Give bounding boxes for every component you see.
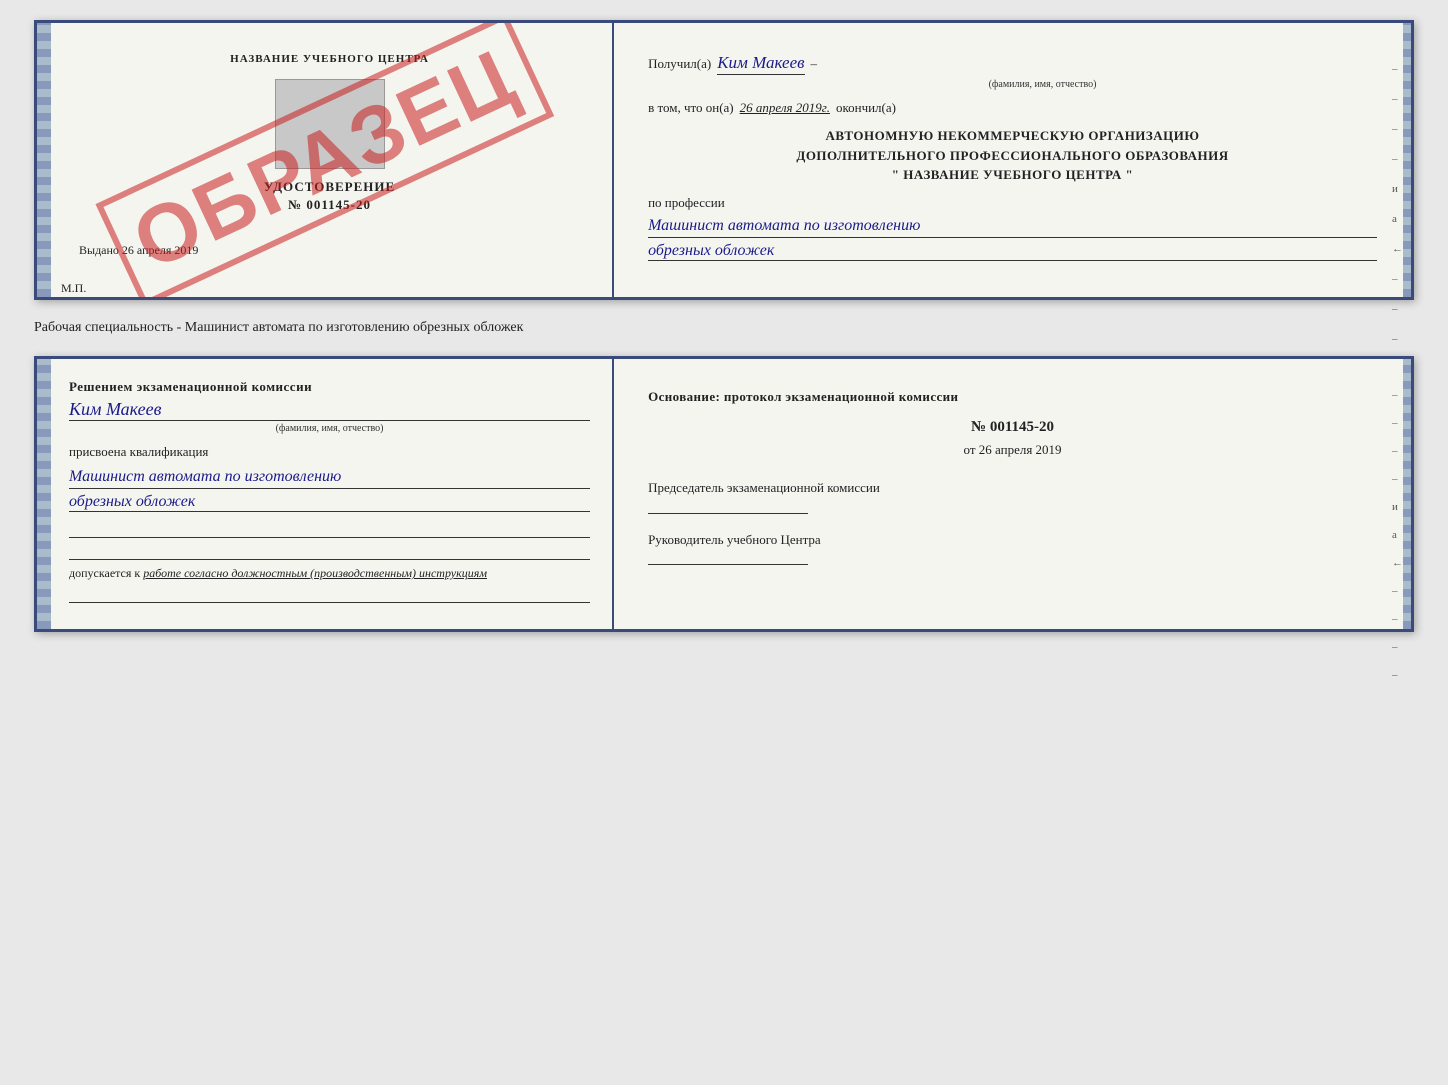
doc1-left-content: НАЗВАНИЕ УЧЕБНОГО ЦЕНТРА УДОСТОВЕРЕНИЕ №… [69,43,590,277]
protocol-date-value: 26 апреля 2019 [979,442,1062,457]
org-line1: АВТОНОМНУЮ НЕКОММЕРЧЕСКУЮ ОРГАНИЗАЦИЮ [648,126,1377,146]
blank-line-1 [69,522,590,538]
chairman-label: Председатель экзаменационной комиссии [648,478,1377,498]
doc2-right-panel: Основание: протокол экзаменационной коми… [614,359,1411,629]
right-dashes: – – – – и а ← – – – – [1392,63,1403,375]
received-line: Получил(а) Ким Макеев – [648,53,1377,75]
vtom-line: в том, что он(а) 26 апреля 2019г. окончи… [648,100,1377,116]
d2-dash-4: – [1392,473,1403,485]
doc1-left-panel: НАЗВАНИЕ УЧЕБНОГО ЦЕНТРА УДОСТОВЕРЕНИЕ №… [37,23,614,297]
school-name-top: НАЗВАНИЕ УЧЕБНОГО ЦЕНТРА [230,53,429,65]
received-prefix: Получил(а) [648,56,711,72]
received-dash: – [811,56,818,72]
document-2: Решением экзаменационной комиссии Ким Ма… [34,356,1414,632]
doc2-right-content: Основание: протокол экзаменационной коми… [638,379,1387,579]
mp-label: М.П. [61,281,594,296]
finished-label: окончил(а) [836,100,896,116]
d2-dash-11: – [1392,669,1403,681]
org-block: АВТОНОМНУЮ НЕКОММЕРЧЕСКУЮ ОРГАНИЗАЦИЮ ДО… [648,126,1377,185]
head-label: Руководитель учебного Центра [648,530,1377,550]
doc2-qual-line2: обрезных обложек [69,493,590,512]
dash-10: – [1392,333,1403,345]
d2-dash-9: – [1392,613,1403,625]
cert-number: № 001145-20 [288,197,371,213]
doc2-qual-line1: Машинист автомата по изготовлению [69,466,590,489]
org-line2: ДОПОЛНИТЕЛЬНОГО ПРОФЕССИОНАЛЬНОГО ОБРАЗО… [648,146,1377,166]
admission-prefix: допускается к [69,566,140,580]
doc2-right-strip [1403,359,1411,629]
vtom-prefix: в том, что он(а) [648,100,734,116]
profession-label: по профессии [648,195,1377,211]
doc1-right-content: Получил(а) Ким Макеев – (фамилия, имя, о… [638,43,1387,275]
dash-7: ← [1392,243,1403,255]
received-name: Ким Макеев [717,53,804,75]
protocol-date: от 26 апреля 2019 [648,442,1377,458]
issued-line: Выдано 26 апреля 2019 [79,243,198,258]
issued-label: Выдано [79,243,119,257]
doc2-right-dashes: – – – – и а ← – – – – [1392,389,1403,681]
doc2-left-content: Решением экзаменационной комиссии Ким Ма… [69,379,590,603]
dash-3: – [1392,123,1403,135]
right-decorative-strip [1403,23,1411,297]
d2-dash-3: – [1392,445,1403,457]
basis-text: Основание: протокол экзаменационной коми… [648,389,1377,405]
vtom-date: 26 апреля 2019г. [740,100,830,116]
doc2-left-panel: Решением экзаменационной комиссии Ким Ма… [37,359,614,629]
photo-placeholder [275,79,385,169]
d2-dash-6: а [1392,529,1403,541]
dash-6: а [1392,213,1403,225]
d2-dash-7: ← [1392,557,1403,569]
chairman-signature-line [648,498,808,514]
protocol-num: № 001145-20 [648,419,1377,436]
dash-9: – [1392,303,1403,315]
blank-line-3 [69,587,590,603]
decision-text: Решением экзаменационной комиссии [69,379,590,395]
dash-8: – [1392,273,1403,285]
d2-dash-5: и [1392,501,1403,513]
doc2-fio-sub: (фамилия, имя, отчество) [69,423,590,434]
issued-date: 26 апреля 2019 [122,243,198,257]
org-line3: " НАЗВАНИЕ УЧЕБНОГО ЦЕНТРА " [648,165,1377,185]
head-signature-line [648,549,808,565]
dash-5: и [1392,183,1403,195]
dash-2: – [1392,93,1403,105]
blank-line-2 [69,544,590,560]
d2-dash-1: – [1392,389,1403,401]
protocol-date-prefix: от [964,442,976,457]
bottom-caption: Рабочая специальность - Машинист автомат… [34,316,1414,340]
document-1: НАЗВАНИЕ УЧЕБНОГО ЦЕНТРА УДОСТОВЕРЕНИЕ №… [34,20,1414,300]
profession-line1: Машинист автомата по изготовлению [648,215,1377,238]
head-block: Руководитель учебного Центра [648,530,1377,566]
profession-line2: обрезных обложек [648,242,1377,261]
d2-dash-8: – [1392,585,1403,597]
fio-subtitle: (фамилия, имя, отчество) [708,79,1377,90]
admission-italic: работе согласно должностным (производств… [143,566,487,580]
admission-text: допускается к работе согласно должностны… [69,566,590,581]
dash-4: – [1392,153,1403,165]
d2-dash-2: – [1392,417,1403,429]
left-decorative-strip [37,23,51,297]
chairman-block: Председатель экзаменационной комиссии [648,478,1377,514]
d2-dash-10: – [1392,641,1403,653]
assigned-qual-label: присвоена квалификация [69,444,590,460]
doc2-left-strip [37,359,51,629]
cert-title: УДОСТОВЕРЕНИЕ [264,179,395,195]
dash-1: – [1392,63,1403,75]
doc1-right-panel: Получил(а) Ким Макеев – (фамилия, имя, о… [614,23,1411,297]
doc2-name: Ким Макеев [69,399,590,421]
